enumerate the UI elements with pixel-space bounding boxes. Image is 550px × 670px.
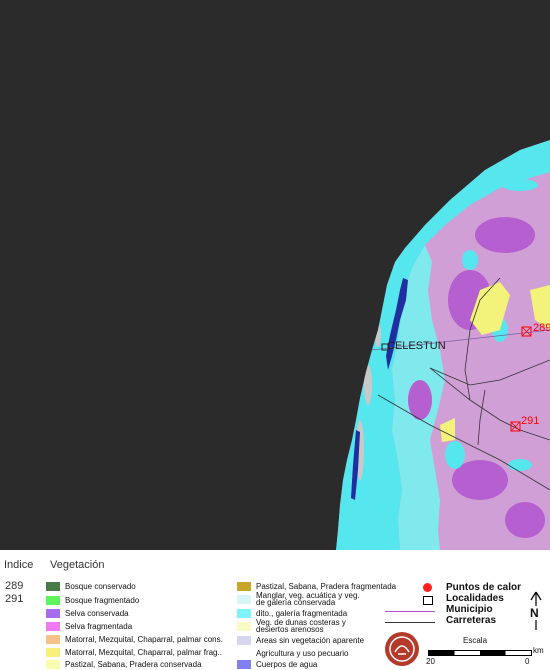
- legend-swatch: [237, 582, 251, 591]
- hotspot-label: 291: [521, 415, 539, 427]
- place-label-celestun: CELESTUN: [387, 340, 446, 352]
- municipio-label: Municipio: [446, 604, 493, 615]
- legend-item: Matorral, Mezquital, Chaparral, palmar c…: [46, 634, 223, 645]
- legend-swatch: [237, 649, 251, 658]
- scale-title: Escala: [463, 636, 488, 645]
- legend-swatch: [237, 621, 251, 631]
- legend-item: Veg. de dunas costeras y desiertos arenos…: [237, 618, 346, 634]
- scale-left: 20: [426, 657, 435, 666]
- indice-291: 291: [5, 593, 24, 605]
- magenta-patch: [505, 502, 545, 538]
- legend-item: Manglar, veg. acuática y veg. de galería …: [237, 591, 360, 607]
- scale-unit: km: [533, 646, 544, 655]
- institution-logo: [385, 632, 419, 666]
- north-label: N: [530, 606, 539, 620]
- legend-item: Areas sin vegetación aparente: [237, 635, 364, 646]
- carreteras-label: Carreteras: [446, 615, 497, 626]
- legend-swatch: [46, 609, 60, 618]
- legend-swatch: [237, 660, 251, 669]
- cyan-patch: [508, 459, 532, 471]
- legend-swatch: [46, 648, 60, 657]
- legend-swatch: [237, 609, 251, 618]
- legend-item: Agricultura y uso pecuario: [237, 648, 349, 659]
- municipio-line-icon: [385, 611, 435, 612]
- legend-swatch: [237, 636, 251, 645]
- legend-swatch: [46, 582, 60, 591]
- carreteras-line-icon: [385, 622, 435, 623]
- indice-289: 289: [5, 580, 24, 592]
- hotspot-symbol-icon: [423, 583, 432, 592]
- legend-panel: Indice Vegetación 289 291 Bosque conserv…: [0, 550, 550, 670]
- locality-symbol-icon: [423, 596, 433, 605]
- legend-item: Pastizal, Sabana, Pradera conservada: [46, 659, 202, 670]
- magenta-patch: [475, 217, 535, 253]
- cyan-patch: [445, 441, 465, 469]
- legend-item: Cuerpos de agua: [237, 659, 317, 670]
- cyan-patch: [462, 250, 478, 270]
- legend-swatch: [46, 635, 60, 644]
- map-canvas[interactable]: CELESTUN 289 291: [0, 0, 550, 550]
- legend-swatch: [46, 596, 60, 605]
- legend-item: Bosque fragmentado: [46, 595, 139, 606]
- scale-right: 0: [525, 657, 530, 666]
- legend-swatch: [46, 622, 60, 631]
- vegetacion-header: Vegetación: [50, 559, 105, 571]
- cyan-patch: [502, 179, 538, 191]
- puntos-label: Puntos de calor: [446, 582, 522, 593]
- legend-item: Selva conservada: [46, 608, 129, 619]
- hotspot-label: 289: [533, 322, 550, 334]
- legend-item: Selva fragmentada: [46, 621, 132, 632]
- legend-item: Matorral, Mezquital, Chaparral, palmar f…: [46, 647, 222, 658]
- legend-swatch: [46, 660, 60, 669]
- localidades-label: Localidades: [446, 593, 504, 604]
- legend-item: Bosque conservado: [46, 581, 136, 592]
- scale-bar: [428, 650, 532, 656]
- indice-header: Indice: [4, 559, 34, 571]
- legend-swatch: [237, 594, 251, 604]
